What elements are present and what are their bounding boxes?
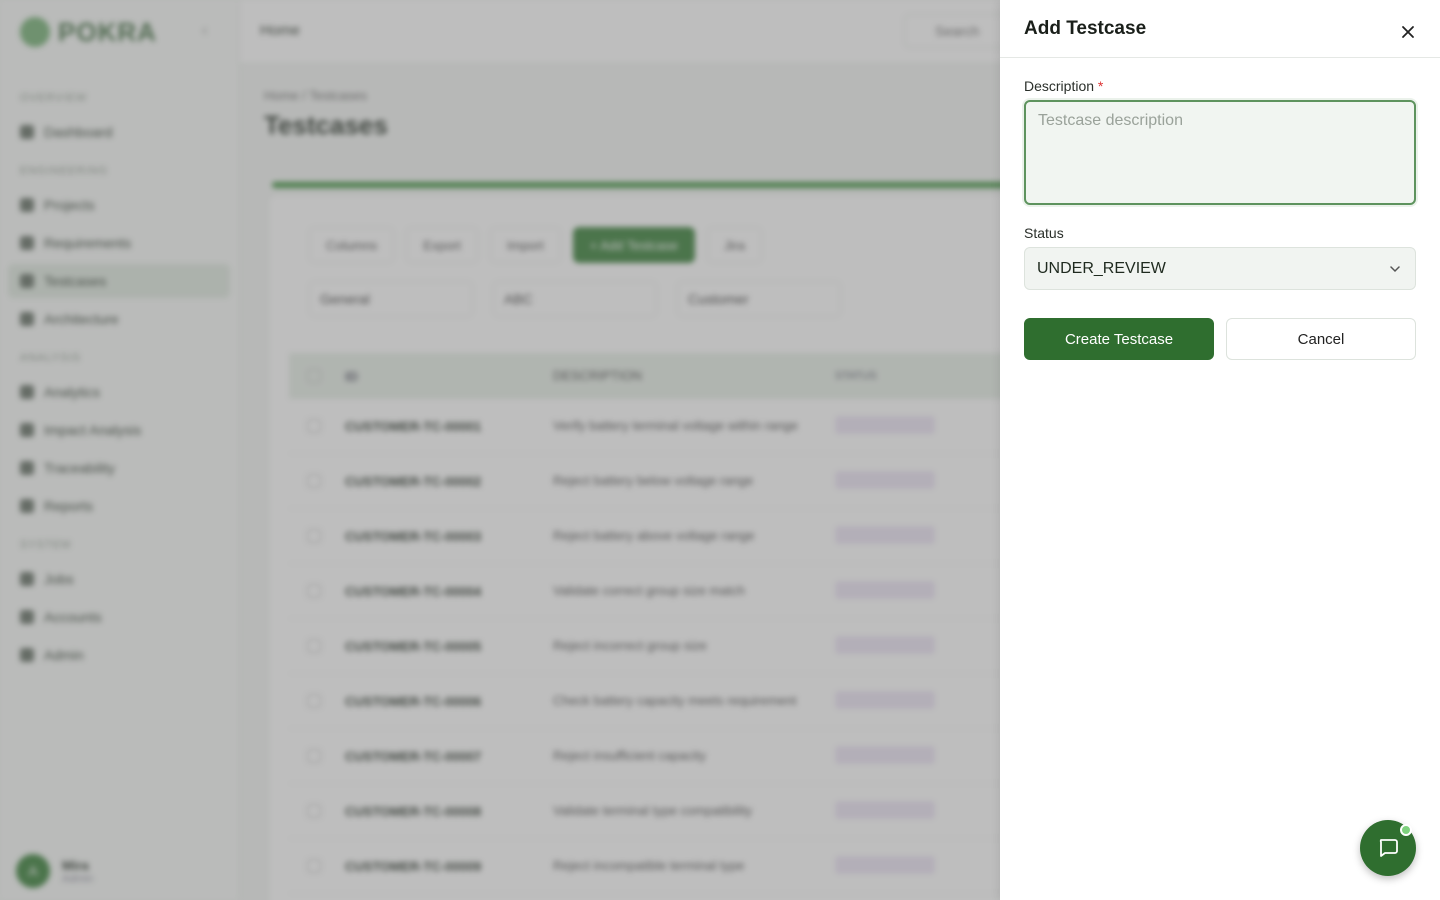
description-field[interactable] bbox=[1024, 100, 1416, 205]
close-icon bbox=[1402, 26, 1414, 38]
drawer-header: Add Testcase bbox=[1000, 0, 1440, 58]
close-button[interactable] bbox=[1396, 20, 1420, 44]
status-selected-value: UNDER_REVIEW bbox=[1037, 259, 1166, 277]
drawer-title: Add Testcase bbox=[1024, 18, 1147, 39]
required-mark: * bbox=[1097, 78, 1104, 94]
status-select[interactable]: UNDER_REVIEW bbox=[1024, 247, 1416, 290]
chat-online-indicator bbox=[1400, 824, 1412, 836]
status-label: Status bbox=[1024, 225, 1064, 241]
modal-backdrop[interactable] bbox=[0, 0, 1000, 900]
chat-bubble-icon bbox=[1379, 839, 1398, 857]
description-label: Description * bbox=[1024, 78, 1104, 94]
cancel-button[interactable]: Cancel bbox=[1226, 318, 1416, 360]
create-testcase-button[interactable]: Create Testcase bbox=[1024, 318, 1214, 360]
chat-button[interactable] bbox=[1360, 820, 1416, 876]
add-testcase-drawer: Add Testcase Description * Status UNDER_… bbox=[1000, 0, 1440, 900]
chevron-down-icon bbox=[1390, 266, 1400, 273]
